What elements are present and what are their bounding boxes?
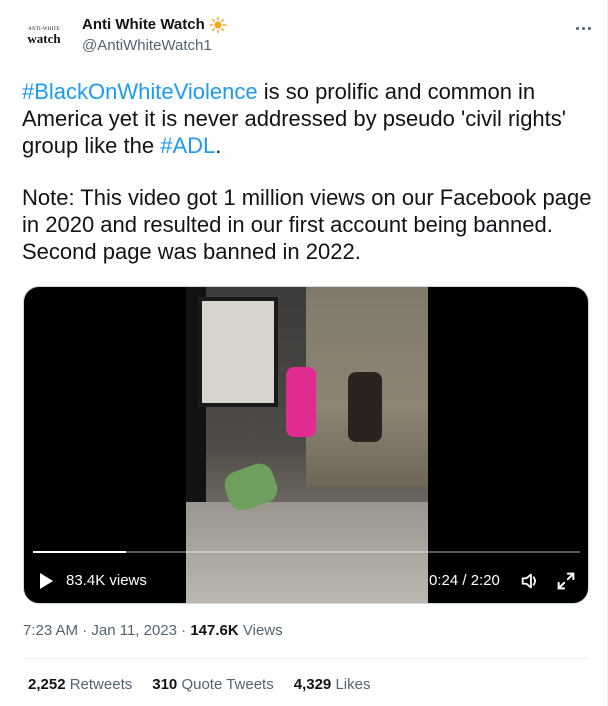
likes-label: Likes: [331, 676, 371, 693]
display-name-text: Anti White Watch: [82, 16, 205, 33]
view-count: 147.6K: [190, 622, 239, 639]
tweet-text-segment: .: [215, 133, 222, 158]
tweet-meta: 7:23 AM · Jan 11, 2023 · 147.6K Views: [23, 621, 283, 641]
timestamp[interactable]: 7:23 AM · Jan 11, 2023: [23, 622, 177, 639]
tweet-paragraph-2: Note: This video got 1 million views on …: [22, 185, 592, 264]
video-time: 0:24 / 2:20: [429, 572, 500, 589]
retweets-label: Retweets: [65, 676, 133, 693]
tweet-stats: 2,252 Retweets 310 Quote Tweets 4,329 Li…: [28, 675, 390, 695]
video-progress-bar[interactable]: [33, 551, 580, 553]
hashtag-link[interactable]: #BlackOnWhiteViolence: [22, 79, 258, 104]
more-options-icon[interactable]: [571, 18, 595, 38]
quote-tweets-count: 310: [152, 676, 178, 693]
quote-tweets-label: Quote Tweets: [177, 676, 274, 693]
video-views: 83.4K views: [66, 572, 147, 589]
handle[interactable]: @AntiWhiteWatch1: [82, 36, 227, 56]
expand-icon[interactable]: [555, 570, 577, 592]
tweet-header: ANTI-WHITE watch Anti White Watch @AntiW…: [20, 12, 595, 62]
retweets-count: 2,252: [28, 676, 66, 693]
sun-icon: [209, 16, 227, 34]
likes-count: 4,329: [293, 676, 332, 693]
play-icon[interactable]: [40, 573, 53, 589]
video-player[interactable]: 83.4K views 0:24 / 2:20: [23, 286, 589, 604]
display-name[interactable]: Anti White Watch: [82, 15, 227, 35]
quote-tweets-stat[interactable]: 310 Quote Tweets: [152, 675, 273, 695]
tweet-paragraph-1: #BlackOnWhiteViolence is so prolific and…: [22, 78, 592, 159]
likes-stat[interactable]: 4,329 Likes: [294, 675, 371, 695]
retweets-stat[interactable]: 2,252 Retweets: [28, 675, 132, 695]
hashtag-link[interactable]: #ADL: [160, 133, 215, 158]
divider: [23, 658, 589, 659]
author-names: Anti White Watch @AntiWhiteWatch1: [82, 15, 227, 56]
avatar[interactable]: ANTI-WHITE watch: [20, 12, 68, 60]
avatar-big-text: watch: [27, 31, 61, 46]
tweet-card: ANTI-WHITE watch Anti White Watch @AntiW…: [0, 0, 608, 706]
view-label: Views: [238, 622, 283, 639]
meta-separator: ·: [177, 622, 191, 639]
video-frame: [186, 287, 428, 603]
tweet-text: #BlackOnWhiteViolence is so prolific and…: [22, 78, 592, 265]
video-progress-fill: [33, 551, 126, 553]
volume-icon[interactable]: [519, 570, 541, 592]
video-controls: 83.4K views 0:24 / 2:20: [24, 567, 588, 595]
